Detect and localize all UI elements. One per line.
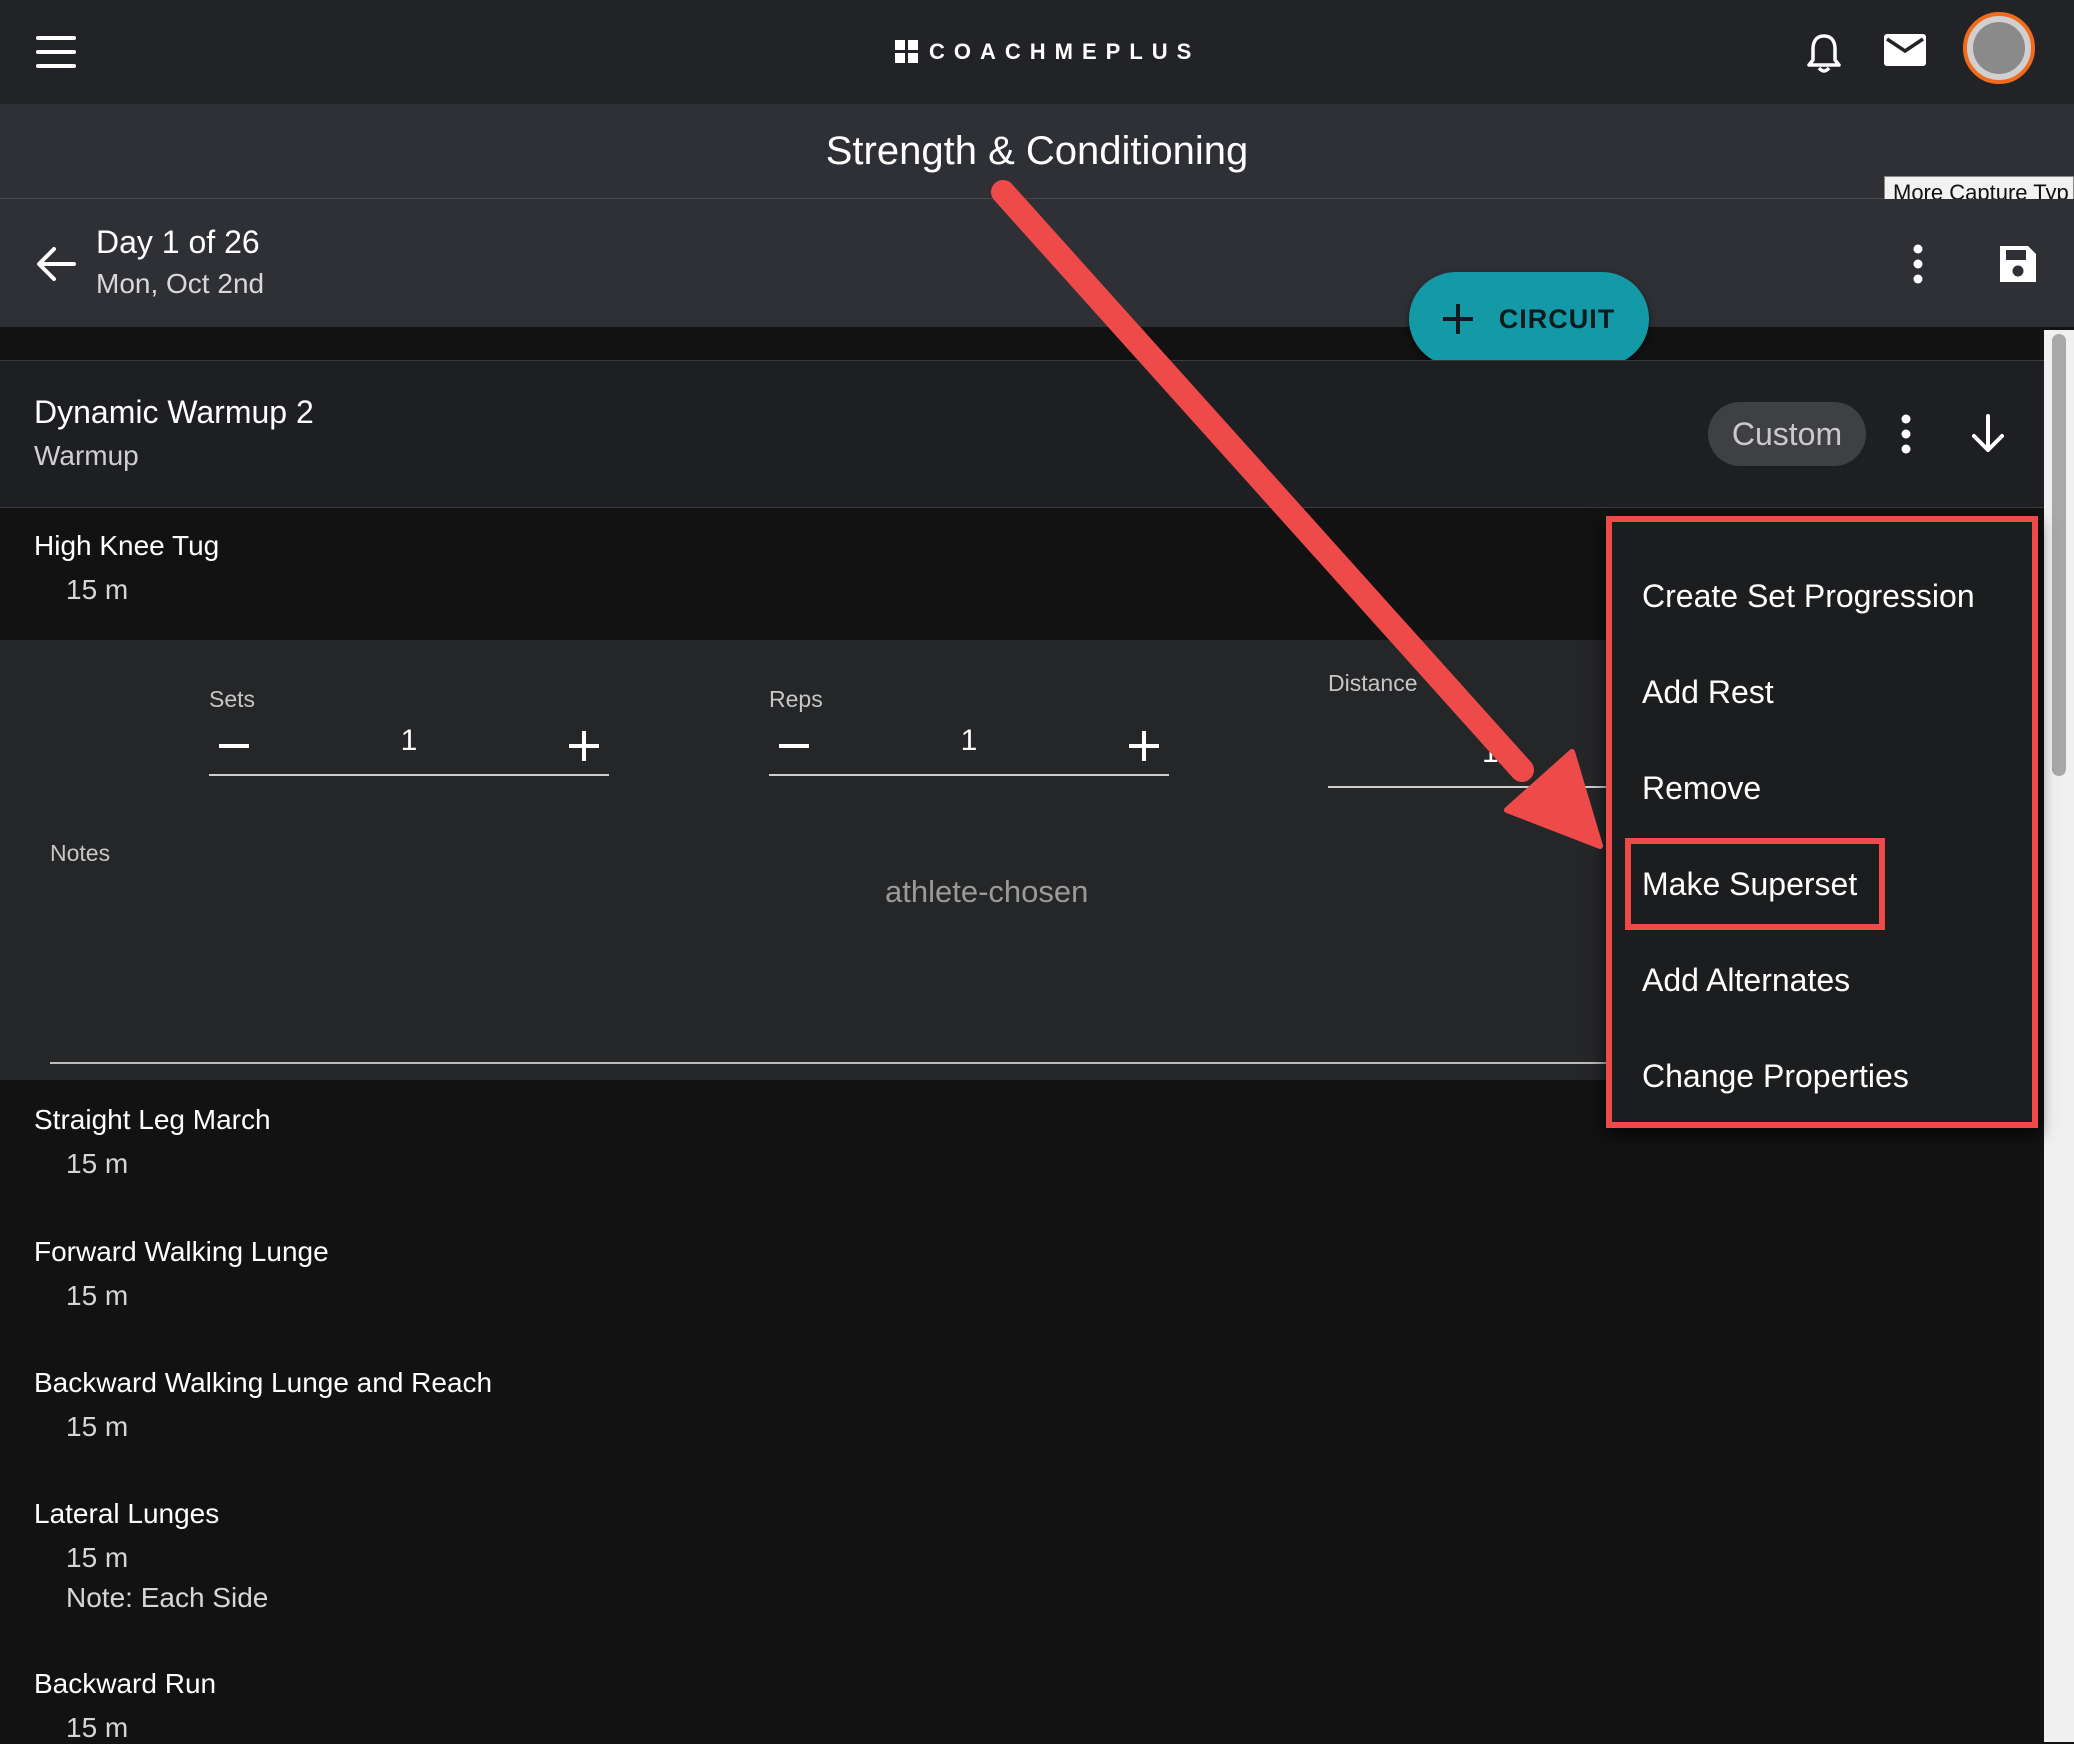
reps-label: Reps bbox=[769, 686, 823, 712]
sets-value[interactable]: 1 bbox=[209, 724, 609, 758]
block-more-vertical-icon[interactable] bbox=[1900, 414, 1912, 454]
exercise-name[interactable]: Backward Run bbox=[34, 1668, 216, 1700]
block-subtitle: Warmup bbox=[34, 440, 139, 471]
add-circuit-button[interactable]: CIRCUIT bbox=[1409, 272, 1649, 366]
exercise-note: Note: Each Side bbox=[66, 1582, 269, 1613]
annotation-menu-highlight bbox=[1606, 516, 2038, 1128]
reps-stepper: 1 bbox=[769, 716, 1169, 776]
day-title: Day 1 of 26 bbox=[96, 224, 260, 260]
reps-value[interactable]: 1 bbox=[769, 724, 1169, 758]
arrow-down-icon[interactable] bbox=[1970, 414, 2006, 454]
exercise-value: 15 m bbox=[66, 1411, 129, 1442]
more-vertical-icon[interactable] bbox=[1912, 244, 1924, 284]
plus-icon-vertical[interactable] bbox=[1142, 731, 1146, 761]
scrollbar-thumb[interactable] bbox=[2052, 334, 2066, 776]
exercise-name[interactable]: Lateral Lunges bbox=[34, 1498, 219, 1530]
notification-bell-icon[interactable] bbox=[1806, 32, 1842, 74]
day-navigation-bar bbox=[0, 199, 2074, 327]
exercise-name[interactable]: Backward Walking Lunge and Reach bbox=[34, 1367, 492, 1399]
custom-chip[interactable]: Custom bbox=[1708, 402, 1866, 466]
exercise-value: 15 m bbox=[66, 1280, 129, 1311]
back-arrow-icon[interactable] bbox=[36, 246, 76, 282]
exercise-name[interactable]: Forward Walking Lunge bbox=[34, 1236, 329, 1268]
exercise-name[interactable]: High Knee Tug bbox=[34, 530, 219, 562]
block-title: Dynamic Warmup 2 bbox=[34, 394, 314, 430]
brand-name: COACHMEPLUS bbox=[929, 39, 1201, 64]
exercise-name[interactable]: Straight Leg March bbox=[34, 1104, 271, 1136]
distance-input-underline[interactable] bbox=[1328, 786, 1610, 788]
avatar-image bbox=[1973, 22, 2025, 74]
notes-underline bbox=[50, 1062, 1610, 1064]
brand-logo: COACHMEPLUS bbox=[895, 36, 1200, 68]
sets-label: Sets bbox=[209, 686, 256, 712]
mail-icon[interactable] bbox=[1884, 34, 1926, 66]
circuit-label: CIRCUIT bbox=[1498, 303, 1616, 334]
sets-stepper: 1 bbox=[209, 716, 609, 776]
menu-icon[interactable] bbox=[36, 36, 76, 68]
save-icon[interactable] bbox=[1998, 244, 2038, 284]
notes-label: Notes bbox=[50, 840, 111, 866]
day-date: Mon, Oct 2nd bbox=[96, 268, 265, 299]
notes-input[interactable]: athlete-chosen bbox=[885, 874, 1088, 910]
user-avatar[interactable] bbox=[1963, 12, 2035, 84]
plus-icon bbox=[1442, 304, 1473, 334]
exercise-value: 15 m bbox=[66, 1148, 129, 1179]
exercise-value: 15 m bbox=[66, 1712, 129, 1743]
exercise-value: 15 m bbox=[66, 574, 129, 605]
plus-icon-vertical[interactable] bbox=[582, 731, 586, 761]
page-title: Strength & Conditioning bbox=[825, 129, 1249, 173]
distance-value[interactable]: 1 bbox=[1482, 736, 1499, 770]
logo-mark-icon bbox=[895, 40, 919, 64]
distance-label: Distance bbox=[1328, 670, 1418, 696]
annotation-superset-highlight bbox=[1625, 838, 1885, 930]
exercise-value: 15 m bbox=[66, 1542, 129, 1573]
